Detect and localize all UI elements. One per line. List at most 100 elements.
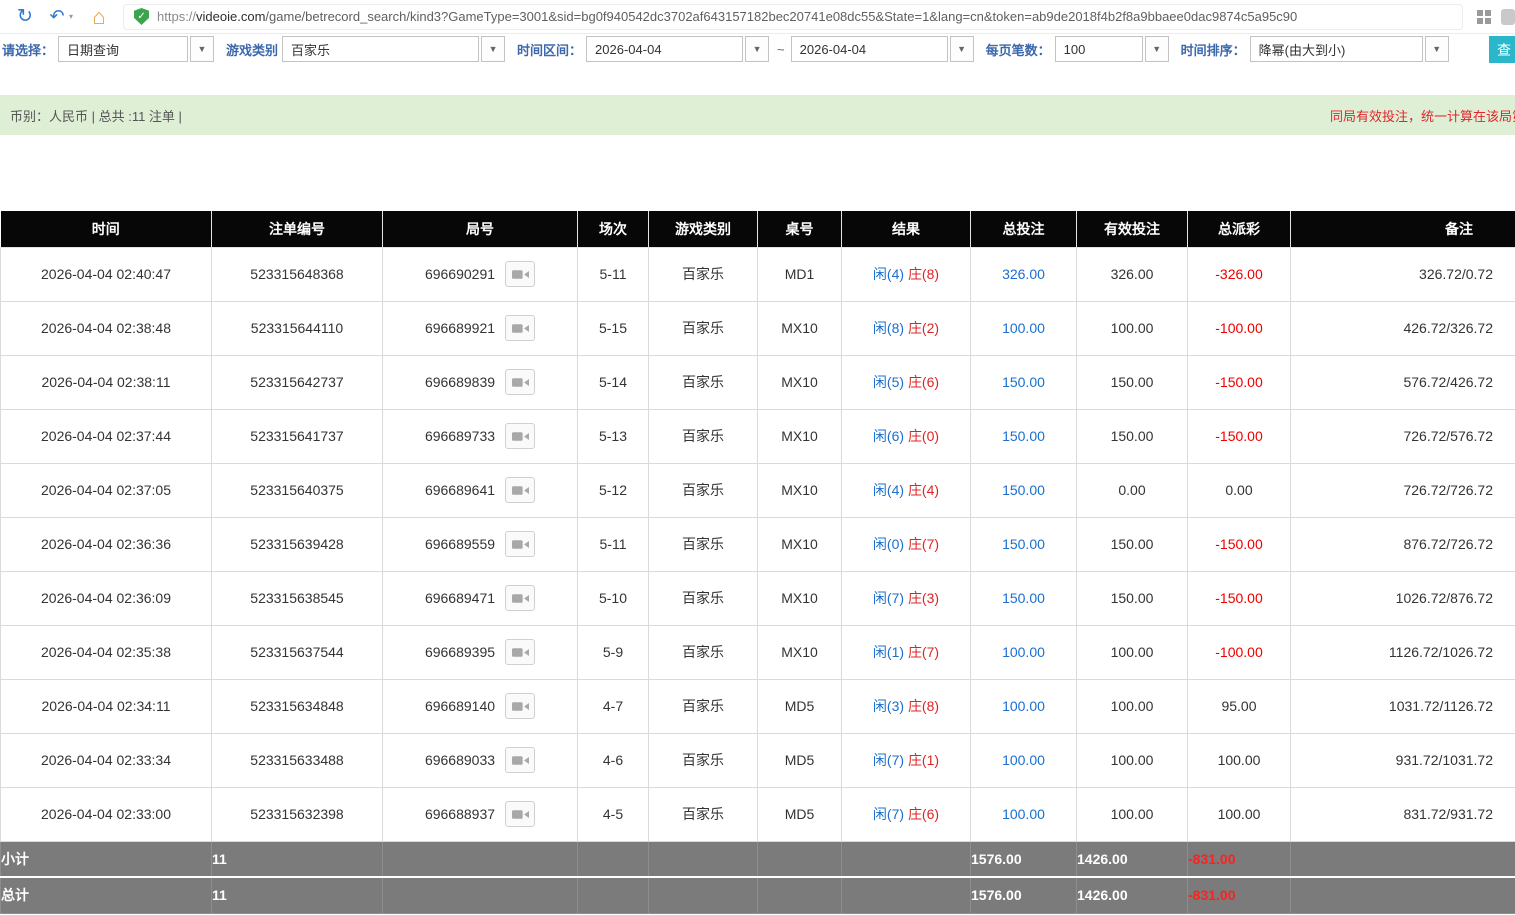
browser-chrome: ↻ ↶ ▾ ⌂ ✓ https://videoie.com/game/betre… bbox=[0, 0, 1515, 34]
empty-cell bbox=[577, 876, 649, 914]
chevron-down-icon[interactable]: ▼ bbox=[481, 36, 506, 62]
cell-valid-bet: 100.00 bbox=[1076, 678, 1188, 734]
cell-bet-id: 523315634848 bbox=[211, 678, 383, 734]
video-replay-button[interactable] bbox=[505, 693, 536, 719]
result-banker: 庄(8) bbox=[907, 698, 940, 714]
subtotal-label: 小计 bbox=[0, 840, 212, 878]
query-type-value[interactable]: 日期查询 bbox=[58, 36, 189, 62]
empty-cell bbox=[841, 840, 971, 878]
result-banker: 庄(8) bbox=[907, 266, 940, 282]
cell-round-id: 696690291 bbox=[382, 246, 578, 302]
cell-time: 2026-04-04 02:36:36 bbox=[0, 516, 212, 572]
result-player: 闲(0) bbox=[872, 536, 905, 552]
chevron-down-icon[interactable]: ▼ bbox=[1144, 36, 1169, 62]
cell-time: 2026-04-04 02:34:11 bbox=[0, 678, 212, 734]
cell-round-id: 696689140 bbox=[382, 678, 578, 734]
cell-time: 2026-04-04 02:33:34 bbox=[0, 732, 212, 788]
cell-bet-id: 523315639428 bbox=[211, 516, 383, 572]
cell-valid-bet: 100.00 bbox=[1076, 300, 1188, 356]
empty-cell bbox=[648, 876, 758, 914]
cell-table-no: MX10 bbox=[757, 354, 842, 410]
game-category-value[interactable]: 百家乐 bbox=[282, 36, 480, 62]
search-button[interactable]: 查 bbox=[1489, 36, 1515, 63]
cell-game-type: 百家乐 bbox=[648, 516, 758, 572]
query-type-select[interactable]: 日期查询 ▼ bbox=[58, 36, 215, 62]
cell-round-id: 696689641 bbox=[382, 462, 578, 518]
empty-cell bbox=[1290, 876, 1515, 914]
game-category-select[interactable]: 百家乐 ▼ bbox=[282, 36, 506, 62]
undo-dropdown-icon[interactable]: ▾ bbox=[69, 12, 73, 21]
result-player: 闲(4) bbox=[872, 482, 905, 498]
home-icon[interactable]: ⌂ bbox=[85, 4, 113, 30]
cell-table-no: MX10 bbox=[757, 300, 842, 356]
cell-total-bet: 100.00 bbox=[970, 732, 1077, 788]
undo-icon[interactable]: ↶ bbox=[46, 6, 68, 27]
cell-result: 闲(7) 庄(6) bbox=[841, 786, 971, 842]
result-player: 闲(7) bbox=[872, 806, 905, 822]
cell-table-no: MD5 bbox=[757, 786, 842, 842]
result-player: 闲(1) bbox=[872, 644, 905, 660]
cell-total-bet: 100.00 bbox=[970, 300, 1077, 356]
cell-time: 2026-04-04 02:40:47 bbox=[0, 246, 212, 302]
result-banker: 庄(2) bbox=[907, 320, 940, 336]
cell-table-no: MD1 bbox=[757, 246, 842, 302]
cell-valid-bet: 150.00 bbox=[1076, 516, 1188, 572]
cell-total-bet: 100.00 bbox=[970, 678, 1077, 734]
apps-grid-icon[interactable] bbox=[1477, 9, 1491, 24]
date-from-value[interactable]: 2026-04-04 bbox=[586, 36, 744, 62]
result-banker: 庄(1) bbox=[907, 752, 940, 768]
cell-result: 闲(7) 庄(3) bbox=[841, 570, 971, 626]
video-replay-button[interactable] bbox=[505, 747, 536, 773]
cell-payout: -150.00 bbox=[1187, 408, 1291, 464]
video-replay-button[interactable] bbox=[505, 315, 536, 341]
cell-bet-id: 523315644110 bbox=[211, 300, 383, 356]
chevron-down-icon[interactable]: ▼ bbox=[190, 36, 215, 62]
total-payout: -831.00 bbox=[1187, 876, 1291, 914]
sort-label: 时间排序： bbox=[1180, 42, 1246, 58]
video-replay-button[interactable] bbox=[505, 585, 536, 611]
date-from-select[interactable]: 2026-04-04 ▼ bbox=[586, 36, 770, 62]
cell-payout: 0.00 bbox=[1187, 462, 1291, 518]
video-replay-button[interactable] bbox=[505, 801, 536, 827]
chevron-down-icon[interactable]: ▼ bbox=[1424, 36, 1449, 62]
chrome-right-icons bbox=[1477, 8, 1515, 25]
cell-round-id: 696689471 bbox=[382, 570, 578, 626]
sort-value[interactable]: 降幂(由大到小) bbox=[1249, 36, 1423, 62]
profile-icon[interactable] bbox=[1501, 8, 1515, 25]
subtotal-row: 小计 11 1576.00 1426.00 -831.00 bbox=[0, 840, 1515, 878]
video-replay-button[interactable] bbox=[505, 639, 536, 665]
header-result: 结果 bbox=[841, 211, 971, 248]
cell-remark: 426.72/326.72 bbox=[1290, 300, 1515, 356]
chevron-down-icon[interactable]: ▼ bbox=[949, 36, 974, 62]
round-number: 696688937 bbox=[424, 806, 496, 822]
page-size-value[interactable]: 100 bbox=[1054, 36, 1143, 62]
cell-session: 5-14 bbox=[577, 354, 649, 410]
header-table-no: 桌号 bbox=[757, 211, 842, 248]
address-bar[interactable]: ✓ https://videoie.com/game/betrecord_sea… bbox=[123, 3, 1463, 30]
cell-table-no: MX10 bbox=[757, 570, 842, 626]
cell-total-bet: 150.00 bbox=[970, 462, 1077, 518]
video-replay-button[interactable] bbox=[505, 531, 536, 557]
url-text: https://videoie.com/game/betrecord_searc… bbox=[157, 9, 1298, 24]
subtotal-valid-bet: 1426.00 bbox=[1076, 840, 1188, 878]
video-replay-button[interactable] bbox=[505, 423, 536, 449]
round-number: 696689033 bbox=[424, 752, 496, 768]
video-replay-button[interactable] bbox=[505, 369, 536, 395]
date-to-value[interactable]: 2026-04-04 bbox=[790, 36, 948, 62]
sort-select[interactable]: 降幂(由大到小) ▼ bbox=[1249, 36, 1449, 62]
chevron-down-icon[interactable]: ▼ bbox=[745, 36, 770, 62]
date-to-select[interactable]: 2026-04-04 ▼ bbox=[790, 36, 974, 62]
cell-game-type: 百家乐 bbox=[648, 408, 758, 464]
page-size-select[interactable]: 100 ▼ bbox=[1054, 36, 1169, 62]
result-banker: 庄(6) bbox=[907, 374, 940, 390]
subtotal-count: 11 bbox=[211, 840, 383, 878]
video-replay-button[interactable] bbox=[505, 477, 536, 503]
round-number: 696689140 bbox=[424, 698, 496, 714]
header-time: 时间 bbox=[0, 211, 212, 248]
cell-valid-bet: 150.00 bbox=[1076, 408, 1188, 464]
cell-game-type: 百家乐 bbox=[648, 678, 758, 734]
cell-remark: 576.72/426.72 bbox=[1290, 354, 1515, 410]
video-replay-button[interactable] bbox=[505, 261, 536, 287]
reload-icon[interactable]: ↻ bbox=[12, 5, 38, 28]
browser-window: ↻ ↶ ▾ ⌂ ✓ https://videoie.com/game/betre… bbox=[0, 0, 1515, 915]
